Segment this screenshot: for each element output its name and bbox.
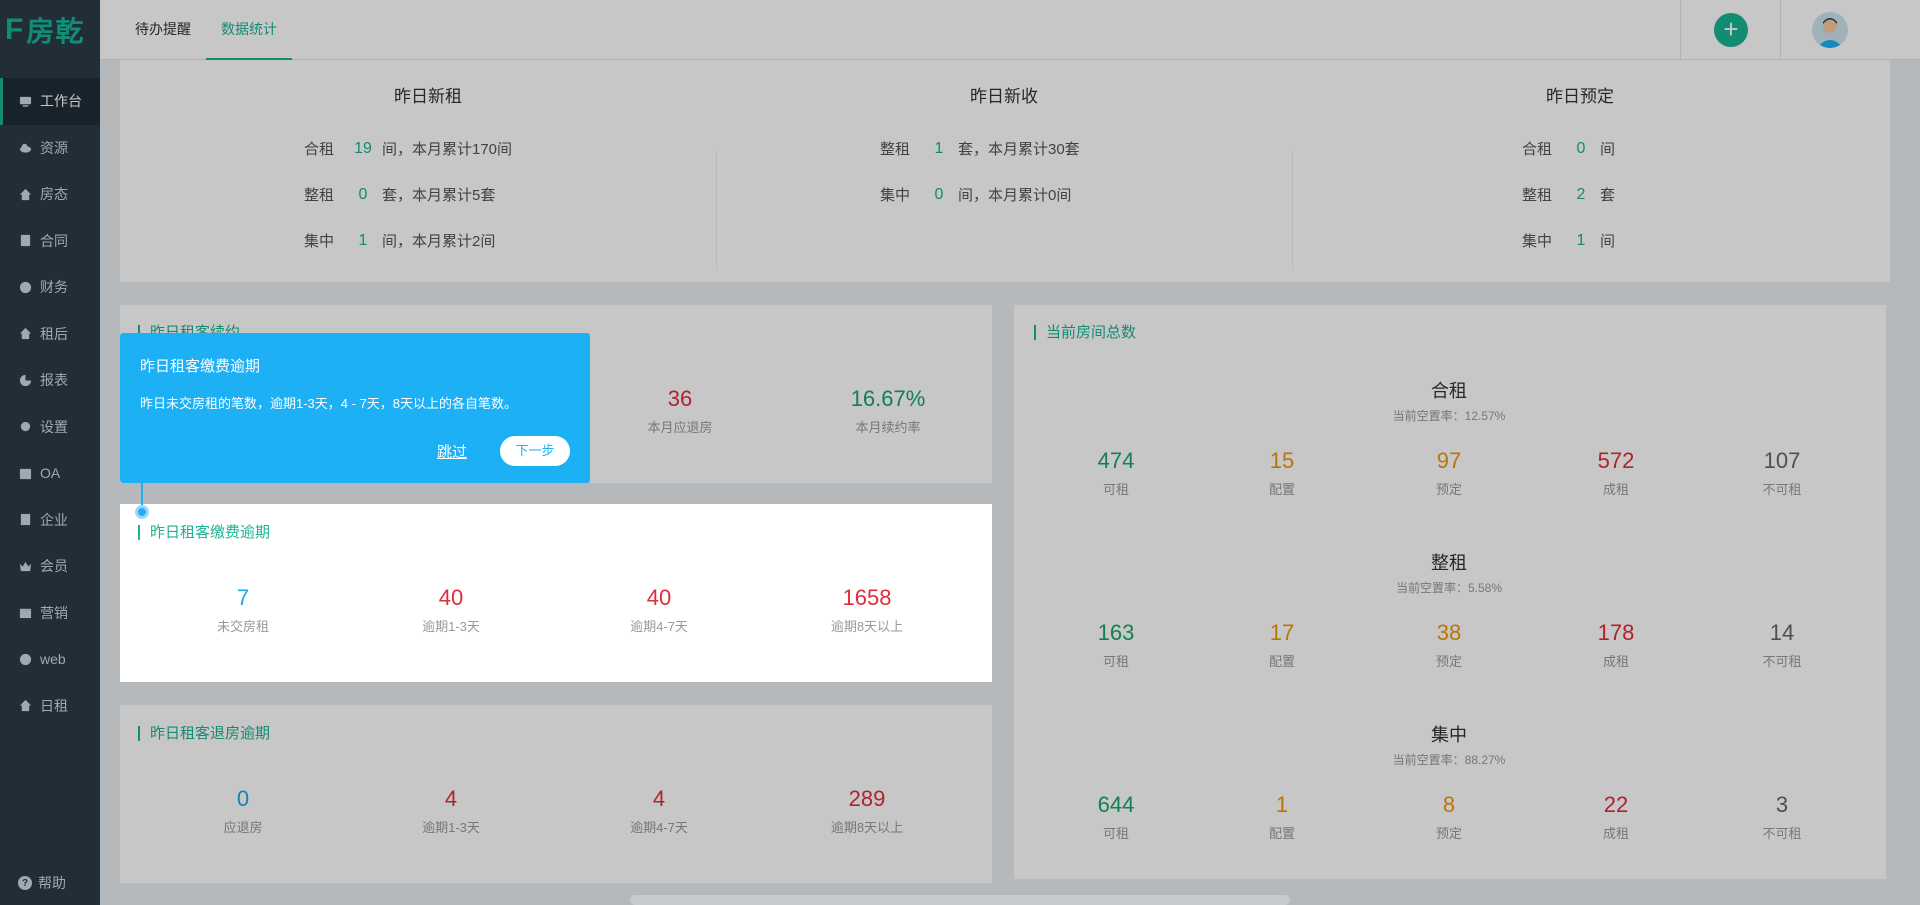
tooltip-title: 昨日租客缴费逾期 <box>140 358 261 375</box>
stat-item: 40 逾期4-7天 <box>569 584 749 635</box>
section-title: 昨日租客缴费逾期 <box>138 525 270 540</box>
stat-label: 逾期1-3天 <box>422 619 480 634</box>
tour-tooltip: 昨日租客缴费逾期 昨日未交房租的笔数，逾期1-3天，4 - 7天，8天以上的各自… <box>120 333 590 483</box>
stat-label: 逾期8天以上 <box>830 619 904 634</box>
stat-value: 1658 <box>842 585 892 610</box>
stat-label: 逾期4-7天 <box>630 619 688 634</box>
stat-value: 7 <box>236 585 250 610</box>
stat-item: 1658 逾期8天以上 <box>777 584 957 635</box>
tooltip-anchor-dot <box>135 505 149 519</box>
stat-item: 7 未交房租 <box>153 584 333 635</box>
next-step-button[interactable]: 下一步 <box>500 436 570 466</box>
horizontal-scrollbar[interactable] <box>630 895 1290 905</box>
stat-label: 未交房租 <box>216 619 269 634</box>
skip-button[interactable]: 跳过 <box>437 441 467 462</box>
stat-item: 40 逾期1-3天 <box>361 584 541 635</box>
tooltip-description: 昨日未交房租的笔数，逾期1-3天，4 - 7天，8天以上的各自笔数。 <box>140 396 518 411</box>
stat-value: 40 <box>438 585 464 610</box>
payment-overdue-card: 昨日租客缴费逾期 7 未交房租 40 逾期1-3天 40 逾期4-7天 1658 逾期8… <box>120 504 992 682</box>
stat-value: 40 <box>646 585 672 610</box>
